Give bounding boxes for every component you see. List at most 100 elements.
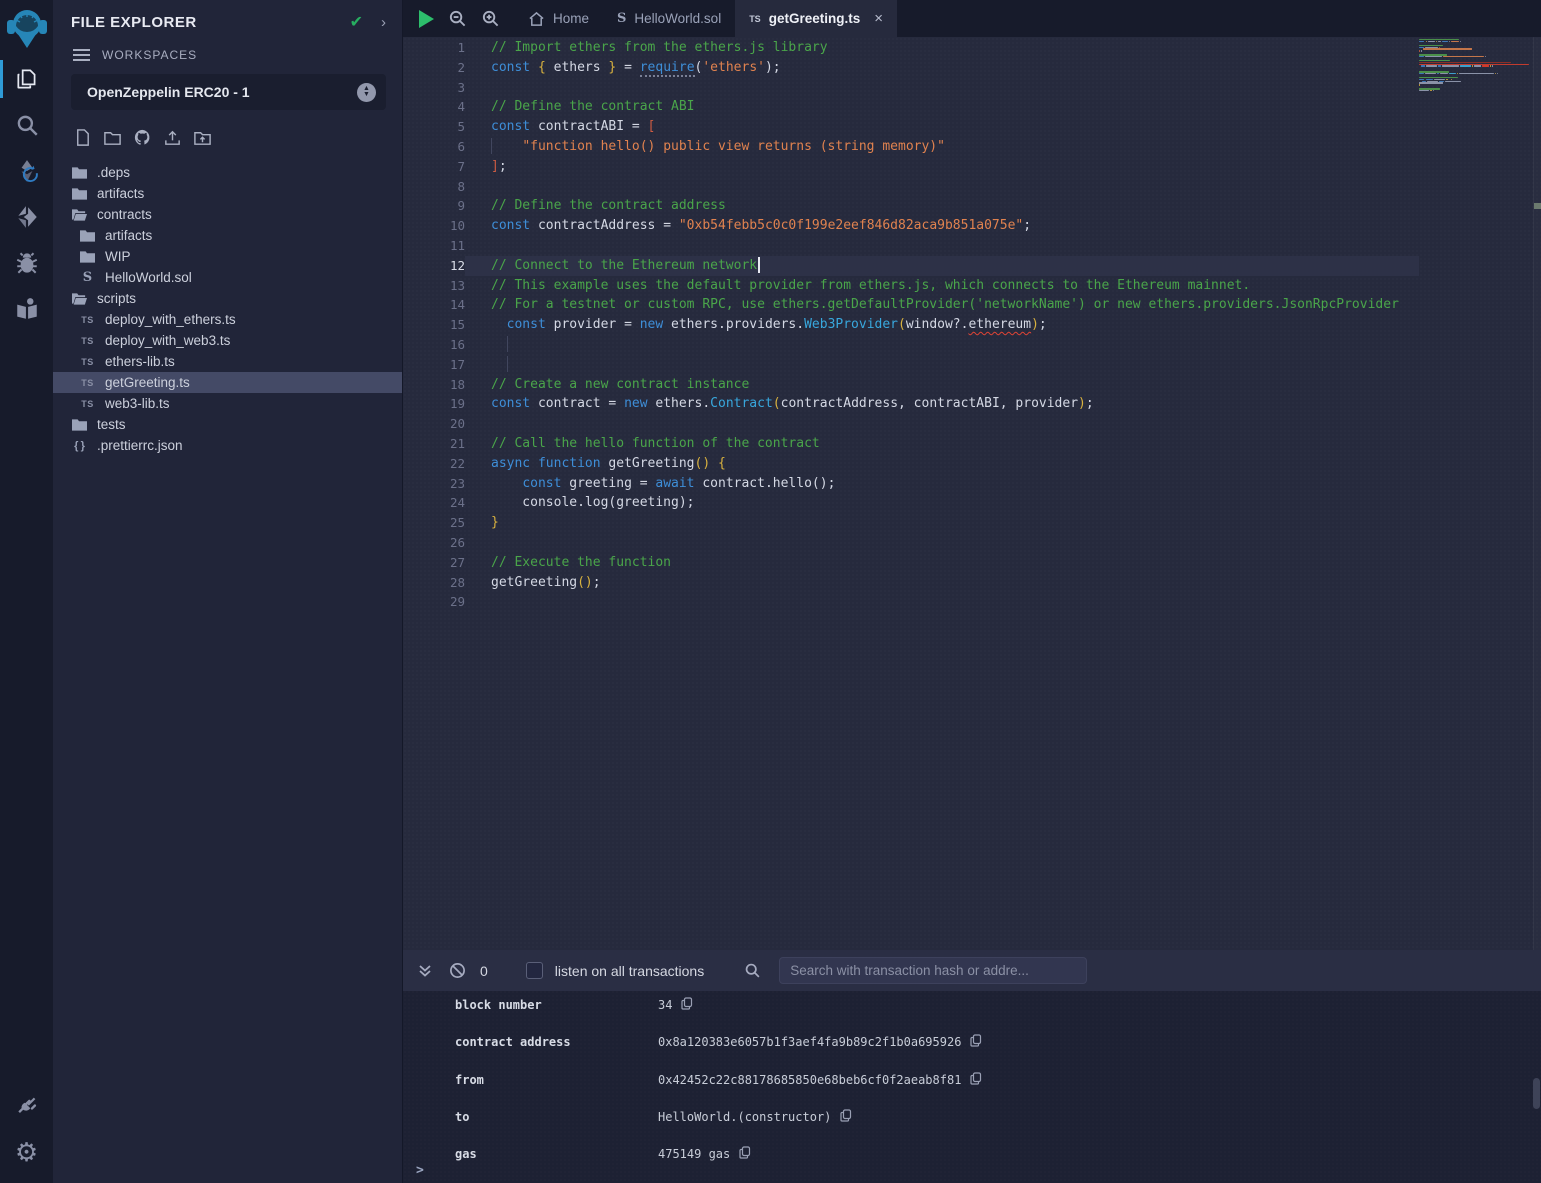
- tab-label: Home: [553, 11, 589, 26]
- workspace-selector[interactable]: OpenZeppelin ERC20 - 1 ▲▼: [71, 74, 386, 110]
- new-folder-icon[interactable]: [103, 128, 122, 152]
- tree-item-helloworld-sol[interactable]: SHelloWorld.sol: [53, 267, 402, 288]
- code-line-14[interactable]: 14// For a testnet or custom RPC, use et…: [403, 295, 1419, 315]
- code-line-16[interactable]: 16: [403, 335, 1419, 355]
- tree-item-contracts[interactable]: contracts: [53, 204, 402, 225]
- copy-icon[interactable]: [840, 1109, 852, 1122]
- copy-icon[interactable]: [739, 1146, 751, 1159]
- close-tab-icon[interactable]: ×: [874, 10, 883, 27]
- expand-terminal-icon[interactable]: [417, 963, 433, 979]
- tab-home[interactable]: Home: [514, 0, 603, 37]
- code-line-23[interactable]: 23 const greeting = await contract.hello…: [403, 474, 1419, 494]
- settings-icon[interactable]: ⚙: [0, 1129, 53, 1175]
- code-line-17[interactable]: 17: [403, 355, 1419, 375]
- code-line-10[interactable]: 10const contractAddress = "0xb54febb5c0c…: [403, 216, 1419, 236]
- solidity-compiler-icon[interactable]: [0, 148, 53, 194]
- tree-item--prettierrc-json[interactable]: { }.prettierrc.json: [53, 435, 402, 456]
- tree-item-ethers-lib-ts[interactable]: TSethers-lib.ts: [53, 351, 402, 372]
- code-line-4[interactable]: 4// Define the contract ABI: [403, 97, 1419, 117]
- code-editor[interactable]: 1// Import ethers from the ethers.js lib…: [403, 37, 1541, 950]
- code-line-1[interactable]: 1// Import ethers from the ethers.js lib…: [403, 38, 1419, 58]
- code-line-27[interactable]: 27// Execute the function: [403, 553, 1419, 573]
- folder-icon: [71, 187, 88, 200]
- line-number: 14: [403, 295, 465, 315]
- tree-item-deploy-with-ethers-ts[interactable]: TSdeploy_with_ethers.ts: [53, 309, 402, 330]
- overview-ruler[interactable]: [1533, 37, 1541, 950]
- tree-item-scripts[interactable]: scripts: [53, 288, 402, 309]
- code-line-2[interactable]: 2const { ethers } = require('ethers');: [403, 58, 1419, 78]
- search-icon[interactable]: [0, 102, 53, 148]
- code-line-22[interactable]: 22async function getGreeting() {: [403, 454, 1419, 474]
- tree-item--deps[interactable]: .deps: [53, 162, 402, 183]
- plugin-manager-icon[interactable]: [0, 1083, 53, 1129]
- code-line-21[interactable]: 21// Call the hello function of the cont…: [403, 434, 1419, 454]
- new-file-icon[interactable]: [73, 128, 92, 152]
- tree-item-artifacts[interactable]: artifacts: [53, 225, 402, 246]
- code-area[interactable]: 1// Import ethers from the ethers.js lib…: [403, 38, 1419, 950]
- code-line-25[interactable]: 25}: [403, 513, 1419, 533]
- terminal-row-to: toHelloWorld.(constructor): [403, 1110, 1541, 1147]
- minimap[interactable]: [1419, 39, 1532, 950]
- line-number: 27: [403, 553, 465, 573]
- github-icon[interactable]: [133, 128, 152, 152]
- line-number: 9: [403, 196, 465, 216]
- line-number: 12: [403, 256, 465, 276]
- code-line-9[interactable]: 9// Define the contract address: [403, 196, 1419, 216]
- tree-item-deploy-with-web3-ts[interactable]: TSdeploy_with_web3.ts: [53, 330, 402, 351]
- typescript-file-icon: TS: [79, 315, 96, 325]
- zoom-in-button[interactable]: [481, 9, 500, 28]
- copy-icon[interactable]: [970, 1072, 982, 1085]
- upload-file-icon[interactable]: [163, 128, 182, 152]
- code-line-20[interactable]: 20: [403, 414, 1419, 434]
- learneth-icon[interactable]: [0, 286, 53, 332]
- code-line-28[interactable]: 28getGreeting();: [403, 573, 1419, 593]
- terminal-search-input[interactable]: [779, 957, 1087, 984]
- line-number: 4: [403, 97, 465, 117]
- workspaces-menu-icon[interactable]: [73, 49, 90, 61]
- tree-item-getgreeting-ts[interactable]: TSgetGreeting.ts: [53, 372, 402, 393]
- code-line-5[interactable]: 5const contractABI = [: [403, 117, 1419, 137]
- tree-item-web3-lib-ts[interactable]: TSweb3-lib.ts: [53, 393, 402, 414]
- tree-item-label: HelloWorld.sol: [105, 270, 192, 285]
- code-line-15[interactable]: 15 const provider = new ethers.providers…: [403, 315, 1419, 335]
- tree-item-wip[interactable]: WIP: [53, 246, 402, 267]
- clear-console-icon[interactable]: [449, 962, 466, 979]
- upload-folder-icon[interactable]: [193, 128, 212, 152]
- code-line-8[interactable]: 8: [403, 177, 1419, 197]
- terminal-row-label: contract address: [455, 1035, 658, 1049]
- folder-icon: [71, 418, 88, 431]
- chevron-right-icon[interactable]: ›: [381, 14, 386, 31]
- code-line-18[interactable]: 18// Create a new contract instance: [403, 375, 1419, 395]
- terminal-prompt[interactable]: >: [416, 1163, 424, 1178]
- code-line-13[interactable]: 13// This example uses the default provi…: [403, 276, 1419, 296]
- tree-item-tests[interactable]: tests: [53, 414, 402, 435]
- zoom-out-button[interactable]: [448, 9, 467, 28]
- run-script-button[interactable]: [419, 10, 434, 28]
- code-line-11[interactable]: 11: [403, 236, 1419, 256]
- remix-logo[interactable]: [0, 0, 53, 56]
- solidity-file-icon: S: [617, 11, 626, 26]
- listen-transactions-checkbox[interactable]: [526, 962, 543, 979]
- tab-helloworld-sol[interactable]: SHelloWorld.sol: [603, 0, 735, 37]
- overview-ruler-marker[interactable]: [1534, 203, 1541, 209]
- code-line-6[interactable]: 6 "function hello() public view returns …: [403, 137, 1419, 157]
- tab-getgreeting-ts[interactable]: TSgetGreeting.ts×: [735, 0, 897, 37]
- terminal-search-icon: [744, 962, 761, 979]
- deploy-run-icon[interactable]: [0, 194, 53, 240]
- code-line-24[interactable]: 24 console.log(greeting);: [403, 493, 1419, 513]
- copy-icon[interactable]: [970, 1034, 982, 1047]
- terminal-scrollbar[interactable]: [1533, 1078, 1540, 1109]
- copy-icon[interactable]: [681, 997, 693, 1010]
- tree-item-artifacts[interactable]: artifacts: [53, 183, 402, 204]
- file-explorer-icon[interactable]: [0, 56, 53, 102]
- code-line-7[interactable]: 7];: [403, 157, 1419, 177]
- code-line-29[interactable]: 29: [403, 592, 1419, 612]
- file-tree: .depsartifactscontractsartifactsWIPSHell…: [53, 162, 402, 456]
- code-line-12[interactable]: 12// Connect to the Ethereum network: [403, 256, 1419, 276]
- code-line-3[interactable]: 3: [403, 78, 1419, 98]
- code-line-19[interactable]: 19const contract = new ethers.Contract(c…: [403, 394, 1419, 414]
- debugger-icon[interactable]: [0, 240, 53, 286]
- status-check-icon: ✔: [350, 12, 363, 32]
- line-number: 23: [403, 474, 465, 494]
- code-line-26[interactable]: 26: [403, 533, 1419, 553]
